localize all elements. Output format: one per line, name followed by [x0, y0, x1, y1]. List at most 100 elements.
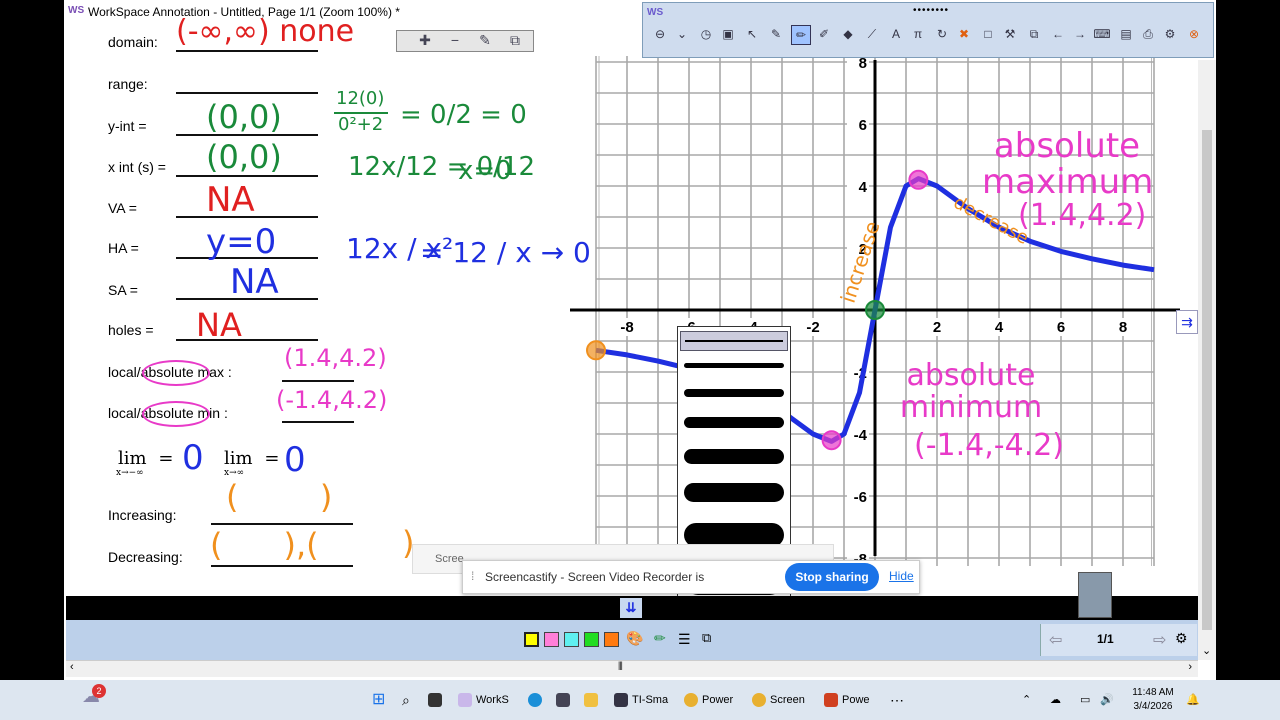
text-icon[interactable]: A: [887, 25, 905, 43]
highlighter-icon[interactable]: ✐: [815, 25, 833, 43]
hw-inc-paren: ( ): [226, 478, 333, 516]
hw-min: (-1.4,4.2): [276, 386, 388, 414]
horizontal-scrollbar[interactable]: ‹ ⦀ ›: [66, 660, 1198, 677]
math-icon[interactable]: π: [909, 25, 927, 43]
taskbar-item-ti[interactable]: TI-Sma: [614, 690, 668, 710]
color-green-swatch[interactable]: [584, 632, 599, 647]
mouse-icon[interactable]: ◷: [697, 25, 715, 43]
rotate-icon[interactable]: ↻: [933, 25, 951, 43]
stop-sharing-button[interactable]: Stop sharing: [785, 563, 879, 591]
toolbar-grip[interactable]: ••••••••: [913, 5, 949, 16]
taskbar-item-chrome-powerschool[interactable]: Power: [684, 690, 733, 710]
page-tool-icon[interactable]: ⧉: [702, 630, 711, 646]
redo-icon[interactable]: →: [1071, 25, 1089, 43]
y-tick-label: 8: [859, 56, 867, 72]
pointer-icon[interactable]: ↖: [743, 25, 761, 43]
page-icon[interactable]: □: [979, 25, 997, 43]
pen-width-option[interactable]: [684, 449, 784, 464]
color-orange-swatch[interactable]: [604, 632, 619, 647]
minimize-icon[interactable]: ⊖: [651, 25, 669, 43]
hw-max: (1.4,4.2): [284, 344, 387, 372]
explorer-icon[interactable]: [584, 690, 602, 710]
keyboard-icon[interactable]: ⌨: [1093, 25, 1111, 43]
pen-width-option[interactable]: [684, 389, 784, 397]
pen-width-option[interactable]: [684, 417, 784, 428]
pen-width-selected[interactable]: [680, 331, 788, 351]
search-icon[interactable]: ⌕: [402, 690, 410, 710]
onedrive-icon[interactable]: ☁: [1050, 690, 1061, 710]
label-ha: HA =: [108, 240, 139, 256]
page-navigator: ⇦ 1/1 ⇨ ⚙: [1040, 624, 1197, 656]
shapes-icon[interactable]: ◆: [839, 25, 857, 43]
start-icon[interactable]: ⊞: [372, 690, 385, 710]
capture-icon[interactable]: ⧉: [1025, 25, 1043, 43]
scroll-down-icon[interactable]: ⌄: [1202, 644, 1211, 657]
hw-ha: y=0: [206, 222, 277, 262]
pen-width-option[interactable]: [684, 363, 784, 368]
taskbar-item-chrome-screen[interactable]: Screen: [752, 690, 805, 710]
page-options-icon[interactable]: ⚙: [1175, 630, 1188, 647]
eraser-icon[interactable]: ✖: [955, 25, 973, 43]
color-yellow-swatch[interactable]: [524, 632, 539, 647]
network-icon[interactable]: ⌃: [1022, 690, 1031, 710]
color-cyan-swatch[interactable]: [564, 632, 579, 647]
next-page-icon[interactable]: ⇨: [1153, 630, 1166, 650]
notification-ghost-text: Scree: [435, 553, 464, 565]
undo-icon[interactable]: ←: [1049, 25, 1067, 43]
chrome-icon: [752, 693, 766, 708]
recycle-bin-icon[interactable]: [1078, 572, 1112, 618]
edge-icon[interactable]: [528, 690, 546, 710]
windows-taskbar: ☁ 2 ⊞ ⌕ WorkS TI-Sma Power Screen Powe ⋯…: [0, 680, 1280, 720]
select-icon[interactable]: ▣: [719, 25, 737, 43]
scroll-right-icon[interactable]: ›: [1188, 661, 1192, 673]
display-icon[interactable]: ▭: [1080, 690, 1090, 710]
hide-link[interactable]: Hide: [889, 569, 914, 583]
y-tick-label: 4: [859, 179, 868, 196]
clock[interactable]: 11:48 AM 3/4/2026: [1126, 686, 1180, 714]
zoom-out-icon[interactable]: −: [441, 32, 469, 48]
save-icon[interactable]: ▤: [1117, 25, 1135, 43]
settings-icon[interactable]: ⚙: [1161, 25, 1179, 43]
hw-abs-max: absolute maximum: [982, 126, 1154, 202]
pen-icon[interactable]: ✏: [791, 25, 811, 45]
scroll-thumb[interactable]: ⦀: [618, 661, 623, 674]
tools-icon[interactable]: ⚒: [1001, 25, 1019, 43]
y-tick-label: 6: [859, 117, 867, 134]
line-icon[interactable]: ⟋: [863, 25, 881, 43]
drag-handle-icon[interactable]: ⁞: [471, 569, 474, 583]
pen-width-option[interactable]: [684, 483, 784, 502]
line-width-icon[interactable]: ☰: [678, 632, 691, 646]
annotation-toolbar[interactable]: WS •••••••• ⊖ ⌄ ◷ ▣ ↖ ✎ ✏ ✐ ◆ ⟋ A π ↻ ✖ …: [642, 2, 1214, 58]
copy-icon[interactable]: ⧉: [501, 32, 529, 49]
edit-icon[interactable]: ✎: [471, 32, 499, 49]
scroll-thumb[interactable]: [1202, 130, 1212, 630]
vertical-scrollbar[interactable]: ⌄: [1198, 60, 1216, 660]
more-apps-icon[interactable]: ⋯: [890, 690, 904, 710]
side-toggle-icon[interactable]: ⇉: [1176, 310, 1198, 334]
task-view-icon[interactable]: [428, 690, 446, 710]
chrome-icon: [684, 693, 698, 708]
label-holes: holes =: [108, 322, 154, 338]
palette-icon[interactable]: 🎨: [626, 630, 643, 647]
notifications-icon[interactable]: 🔔: [1186, 690, 1200, 710]
close-icon[interactable]: ⊗: [1185, 25, 1203, 43]
label-increasing: Increasing:: [108, 507, 177, 523]
volume-icon[interactable]: 🔊: [1100, 690, 1114, 710]
laser-icon[interactable]: ✎: [767, 25, 785, 43]
mini-toolbar[interactable]: ✚ − ✎ ⧉: [396, 30, 534, 52]
prev-page-icon[interactable]: ⇦: [1049, 630, 1062, 650]
answer-line: [211, 565, 353, 567]
print-icon[interactable]: ⎙: [1139, 25, 1157, 43]
store-icon[interactable]: [556, 690, 574, 710]
dropdown-icon[interactable]: ⌄: [673, 25, 691, 43]
hw-abs-max-point: (1.4,4.2): [1018, 198, 1147, 233]
color-pink-swatch[interactable]: [544, 632, 559, 647]
pen-tool-icon[interactable]: ✏: [654, 630, 666, 647]
label-domain: domain:: [108, 34, 158, 50]
zoom-in-icon[interactable]: ✚: [411, 32, 439, 49]
scroll-left-icon[interactable]: ‹: [70, 661, 74, 673]
expand-down-icon[interactable]: ⇊: [620, 598, 642, 618]
taskbar-item-workspace[interactable]: WorkS: [458, 690, 509, 710]
taskbar-item-powerpoint[interactable]: Powe: [824, 690, 870, 710]
x-tick-label: -2: [806, 319, 819, 336]
